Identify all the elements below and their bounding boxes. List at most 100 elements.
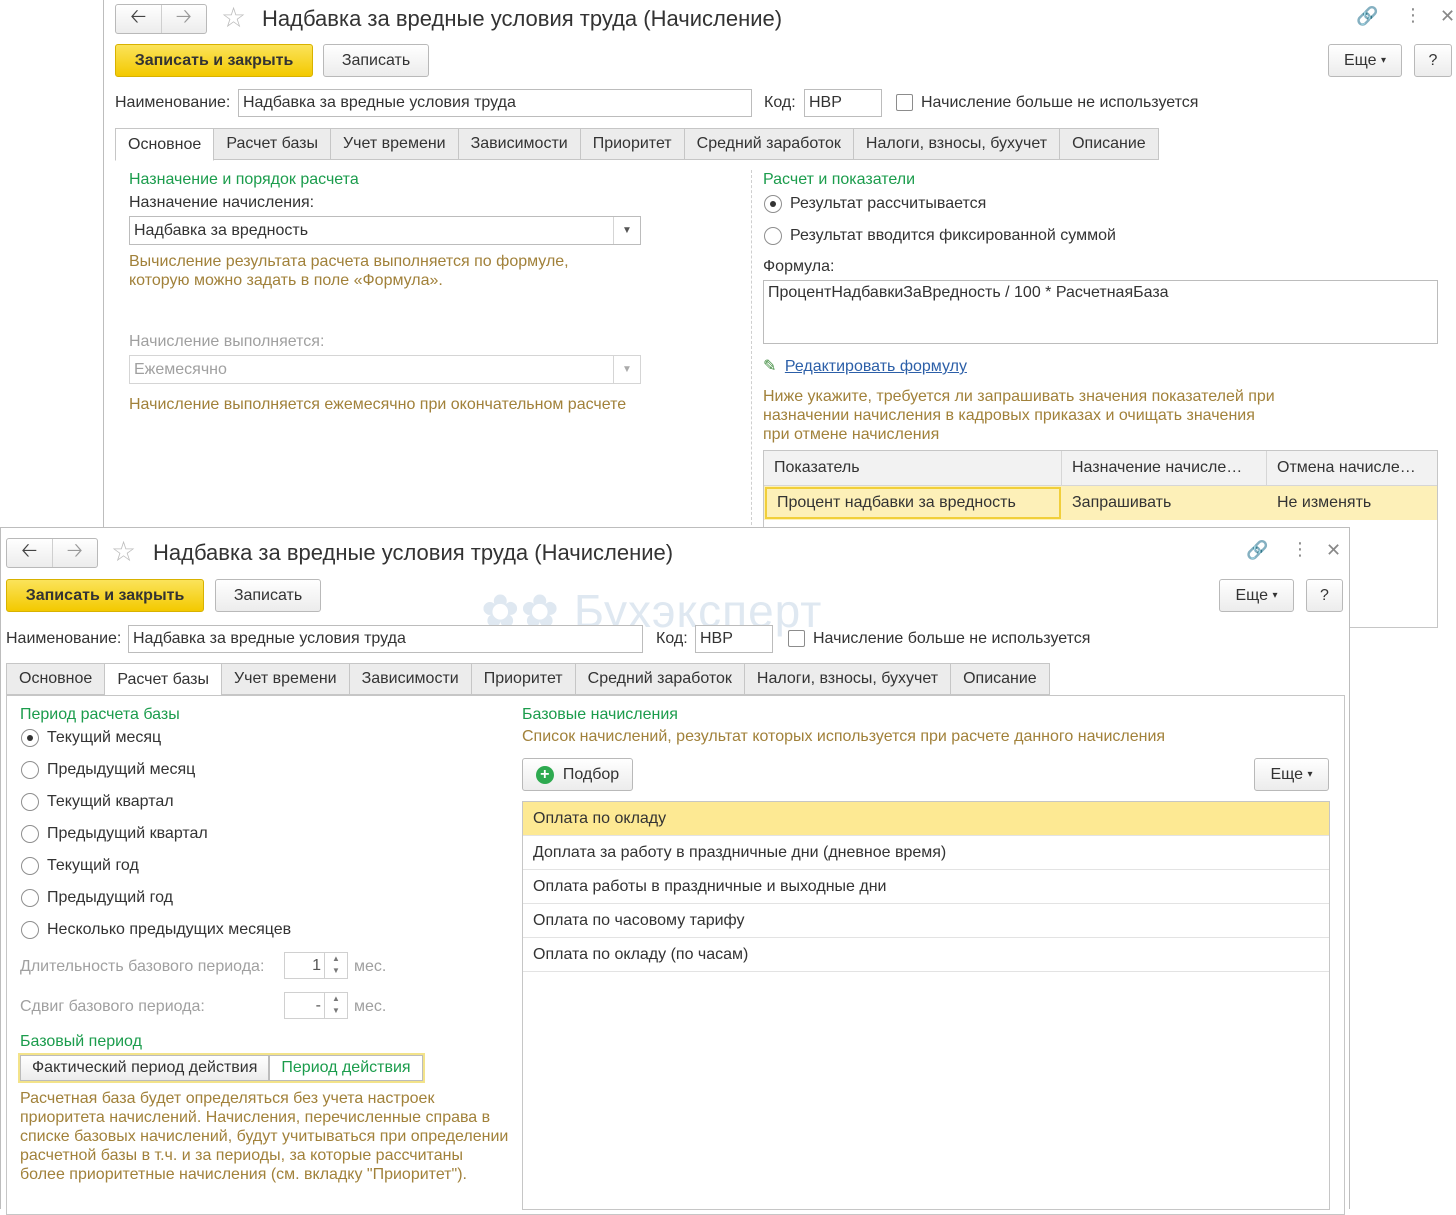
shift-value: -: [315, 997, 321, 1014]
radio-period-0[interactable]: [21, 729, 39, 747]
save-close-button[interactable]: Записать и закрыть: [115, 44, 313, 77]
pick-button[interactable]: + Подбор: [522, 758, 633, 791]
base-period-switch: Фактический период действия Период дейст…: [18, 1053, 425, 1083]
code-input[interactable]: НВР: [695, 625, 773, 653]
forward-arrow-icon[interactable]: 🡢: [160, 5, 207, 33]
list-item[interactable]: Оплата по часовому тарифу: [523, 904, 1329, 938]
exec-value: Ежемесячно: [134, 360, 227, 378]
list-item[interactable]: Оплата по окладу (по часам): [523, 938, 1329, 972]
code-label: Код:: [656, 630, 688, 647]
radio-calculated[interactable]: [764, 195, 782, 213]
pencil-icon: ✎: [763, 358, 777, 375]
help-button[interactable]: ?: [1414, 44, 1452, 77]
duration-spinner: 1 ▲ ▼: [284, 952, 348, 979]
tab-taxes[interactable]: Налоги, взносы, бухучет: [744, 663, 952, 695]
tab-time[interactable]: Учет времени: [222, 663, 350, 695]
more-vert-icon[interactable]: ⋮: [1291, 539, 1309, 560]
radio-period-label: Несколько предыдущих месяцев: [47, 921, 292, 938]
radio-period-6[interactable]: [21, 921, 39, 939]
favorite-star-icon[interactable]: ☆: [221, 4, 246, 32]
seg-period[interactable]: Период действия: [269, 1055, 423, 1081]
radio-period-1[interactable]: [21, 761, 39, 779]
tab-description[interactable]: Описание: [951, 663, 1050, 695]
dropdown-arrow-icon: ▼: [613, 356, 640, 383]
section-purpose: Назначение и порядок расчета: [129, 171, 359, 188]
forward-arrow-icon[interactable]: 🡢: [51, 539, 98, 567]
save-button[interactable]: Записать: [215, 579, 321, 612]
unused-label: Начисление больше не используется: [921, 94, 1199, 111]
edit-formula-link[interactable]: ✎ Редактировать формулу: [763, 356, 967, 376]
nav-buttons: 🡠 🡢: [115, 4, 207, 34]
grid-header-assign[interactable]: Назначение начисле…: [1062, 451, 1267, 486]
base-accruals-list: Оплата по окладу Доплата за работу в пра…: [522, 801, 1330, 1210]
spinner-arrows-icon: ▲ ▼: [324, 993, 347, 1018]
favorite-star-icon[interactable]: ☆: [111, 538, 136, 566]
exec-select: Ежемесячно ▼: [129, 355, 641, 384]
link-icon[interactable]: 🔗: [1356, 6, 1378, 27]
tab-base-calc[interactable]: Расчет базы: [214, 128, 331, 160]
purpose-hint: Вычисление результата расчета выполняетс…: [129, 253, 569, 289]
radio-period-3[interactable]: [21, 825, 39, 843]
radio-period-5[interactable]: [21, 889, 39, 907]
list-more-button[interactable]: Еще ▾: [1254, 758, 1329, 791]
more-button[interactable]: Еще ▾: [1328, 44, 1402, 77]
dropdown-arrow-icon[interactable]: ▼: [613, 217, 640, 244]
name-label: Наименование:: [115, 94, 231, 111]
more-label: Еще: [1270, 765, 1304, 783]
grid-cell-indicator[interactable]: Процент надбавки за вредность: [765, 487, 1061, 519]
purpose-select[interactable]: Надбавка за вредность ▼: [129, 216, 641, 245]
save-button[interactable]: Записать: [323, 44, 429, 77]
grid-cell-assign[interactable]: Запрашивать: [1062, 486, 1267, 520]
tab-dependencies[interactable]: Зависимости: [349, 663, 472, 695]
list-item[interactable]: Оплата работы в праздничные и выходные д…: [523, 870, 1329, 904]
tab-average-earnings[interactable]: Средний заработок: [684, 128, 854, 160]
close-icon[interactable]: ✕: [1440, 6, 1455, 27]
help-button[interactable]: ?: [1306, 579, 1343, 612]
exec-label: Начисление выполняется:: [129, 333, 325, 350]
link-icon[interactable]: 🔗: [1246, 540, 1268, 561]
close-icon[interactable]: ✕: [1326, 540, 1341, 561]
radio-period-label: Предыдущий месяц: [47, 761, 196, 778]
grid-header-cancel[interactable]: Отмена начисле…: [1267, 451, 1437, 486]
tab-time[interactable]: Учет времени: [331, 128, 459, 160]
tab-average-earnings[interactable]: Средний заработок: [575, 663, 745, 695]
tab-main[interactable]: Основное: [6, 663, 106, 695]
tab-taxes[interactable]: Налоги, взносы, бухучет: [853, 128, 1061, 160]
grid-header-indicator[interactable]: Показатель: [764, 451, 1062, 486]
chevron-down-icon: ▾: [1380, 55, 1387, 66]
back-arrow-icon[interactable]: 🡠: [116, 5, 161, 33]
radio-period-4[interactable]: [21, 857, 39, 875]
name-input[interactable]: Надбавка за вредные условия труда: [238, 89, 752, 117]
radio-period-label: Предыдущий квартал: [47, 825, 208, 842]
duration-value: 1: [312, 957, 321, 974]
radio-fixed[interactable]: [764, 227, 782, 245]
tab-dependencies[interactable]: Зависимости: [458, 128, 581, 160]
list-item[interactable]: Оплата по окладу: [523, 802, 1329, 836]
window-title: Надбавка за вредные условия труда (Начис…: [153, 540, 674, 565]
name-input[interactable]: Надбавка за вредные условия труда: [128, 625, 643, 653]
tab-main[interactable]: Основное: [115, 128, 215, 161]
chevron-down-icon: ▾: [1307, 769, 1313, 780]
radio-period-label: Текущий год: [47, 857, 139, 874]
tab-priority[interactable]: Приоритет: [580, 128, 685, 160]
formula-input[interactable]: ПроцентНадбавкиЗаВредность / 100 * Расче…: [763, 280, 1438, 344]
section-base-accruals: Базовые начисления: [522, 706, 678, 723]
unused-checkbox[interactable]: [788, 630, 805, 647]
list-item[interactable]: Доплата за работу в праздничные дни (дне…: [523, 836, 1329, 870]
save-close-button[interactable]: Записать и закрыть: [6, 579, 204, 612]
code-input[interactable]: НВР: [804, 89, 882, 117]
back-arrow-icon[interactable]: 🡠: [7, 539, 52, 567]
tab-base-calc[interactable]: Расчет базы: [105, 663, 222, 696]
grid-cell-cancel[interactable]: Не изменять: [1267, 486, 1437, 520]
more-vert-icon[interactable]: ⋮: [1404, 5, 1422, 26]
unused-checkbox[interactable]: [896, 94, 913, 111]
more-button[interactable]: Еще ▾: [1219, 579, 1294, 612]
seg-actual-period[interactable]: Фактический период действия: [20, 1055, 270, 1081]
radio-period-2[interactable]: [21, 793, 39, 811]
exec-hint: Начисление выполняется ежемесячно при ок…: [129, 396, 627, 413]
front-window: ✿✿ Бухэксперт 🡠 🡢 ☆ Надбавка за вредные …: [0, 527, 1350, 1215]
radio-calculated-label: Результат рассчитывается: [790, 195, 987, 212]
tab-description[interactable]: Описание: [1060, 128, 1159, 160]
tab-priority[interactable]: Приоритет: [471, 663, 576, 695]
more-label: Еще: [1235, 586, 1269, 604]
